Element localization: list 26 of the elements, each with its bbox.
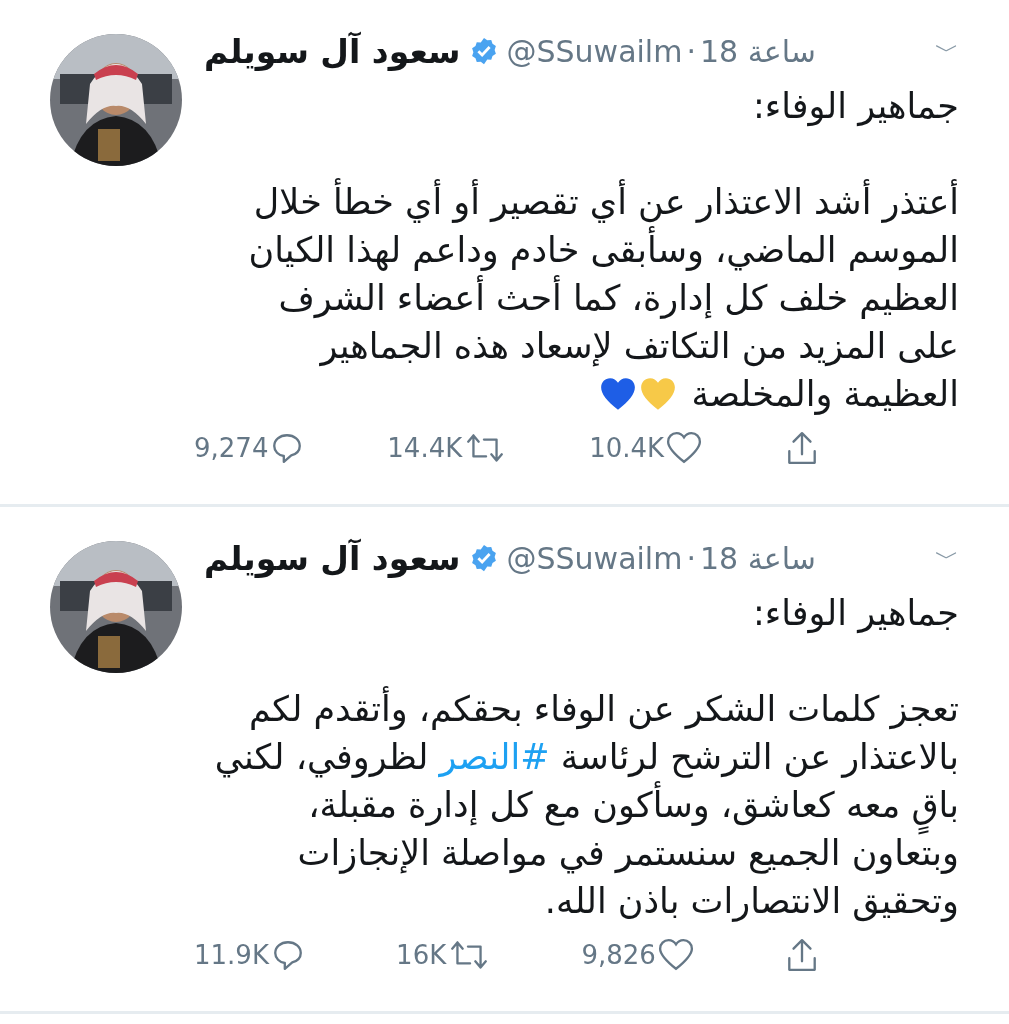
like-count: 10.4K: [589, 433, 665, 463]
retweet-count: 16K: [396, 940, 447, 970]
reply-count: 9,274: [194, 433, 269, 463]
user-handle[interactable]: @SSuwailm: [506, 540, 683, 576]
like-icon[interactable]: [666, 431, 703, 465]
timestamp[interactable]: 18 ساعة: [700, 540, 816, 576]
like-icon[interactable]: [657, 938, 694, 972]
menu-caret[interactable]: ﹀: [935, 542, 959, 574]
share-icon[interactable]: [785, 937, 819, 973]
tweet-text: العظيمة والمخلصة: [690, 373, 959, 417]
user-handle[interactable]: @SSuwailm: [506, 33, 683, 69]
menu-caret[interactable]: ﹀: [935, 35, 959, 67]
timestamp[interactable]: 18 ساعة: [700, 33, 816, 69]
greeting-text: جماهير الوفاء:: [752, 85, 959, 129]
like-count: 9,826: [581, 940, 656, 970]
user-name[interactable]: سعود آل سويلم: [204, 538, 461, 578]
retweet-count: 14.4K: [387, 433, 463, 463]
tweet-text: بالاعتذار عن الترشح لرئاسة: [559, 736, 959, 780]
separator-dot: ·: [686, 540, 696, 576]
greeting-text: جماهير الوفاء:: [752, 592, 959, 636]
reply-count: 11.9K: [194, 940, 269, 970]
user-name[interactable]: سعود آل سويلم: [204, 31, 461, 71]
tweet-text: لظروفي، لكني: [214, 736, 430, 780]
separator-dot: ·: [686, 33, 696, 69]
tweet-text: وتحقيق الانتصارات باذن الله.: [544, 880, 959, 924]
tweet-text: على المزيد من التكاتف لإسعاد هذه الجماهير: [320, 325, 959, 369]
